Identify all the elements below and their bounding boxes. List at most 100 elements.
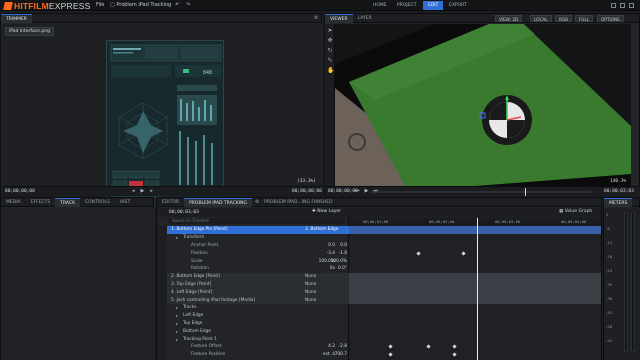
view-mode-dropdown[interactable]: VIEW: 2D bbox=[495, 15, 523, 22]
trimmer-zoom[interactable]: (33.3%) bbox=[297, 179, 316, 184]
channel-dropdown[interactable]: RGB bbox=[555, 15, 573, 22]
value-field-y[interactable]: -1.8 bbox=[339, 251, 347, 256]
property-row[interactable]: Feature Offset 4.2 -2.8 bbox=[157, 343, 349, 351]
pen-tool-icon[interactable]: ✎ bbox=[327, 58, 333, 64]
maximize-icon[interactable] bbox=[620, 3, 625, 8]
track-lane[interactable] bbox=[349, 257, 601, 265]
parent-dropdown[interactable]: 3. Bottom Edge bbox=[305, 227, 338, 232]
tab-home[interactable]: HOME bbox=[368, 1, 392, 10]
tab-export[interactable]: EXPORT bbox=[444, 1, 472, 10]
close-window-icon[interactable] bbox=[629, 3, 634, 8]
tab-history[interactable]: HIST bbox=[115, 198, 135, 207]
track-lane[interactable] bbox=[349, 351, 601, 359]
property-row[interactable]: Feature Position est. 4 700.7 bbox=[157, 351, 349, 359]
value-field-y[interactable]: 700.7 bbox=[335, 352, 347, 357]
track-lane[interactable] bbox=[349, 320, 601, 328]
track-lane[interactable] bbox=[349, 288, 601, 297]
property-row[interactable]: Position -3.4 -1.8 bbox=[157, 249, 349, 257]
track-lane[interactable] bbox=[349, 335, 601, 343]
layer-row[interactable]: ▸ Tracking Point 1 bbox=[157, 335, 349, 343]
layer-row[interactable]: ▸4. Left Edge [Point]None bbox=[157, 288, 349, 297]
step-forward-icon[interactable]: ▸ bbox=[150, 188, 153, 194]
minimize-icon[interactable] bbox=[611, 3, 616, 8]
timeline-tracks[interactable]: ▦ Value Graph 00;00;01;00 00;00;02;00 00;0… bbox=[349, 208, 601, 360]
value-field-y[interactable]: 100.0% bbox=[331, 259, 347, 264]
quality-dropdown[interactable]: FULL bbox=[575, 15, 594, 22]
value-graph-toggle[interactable]: ▦ Value Graph bbox=[559, 209, 592, 214]
parent-dropdown[interactable]: None bbox=[305, 298, 316, 303]
redo-icon[interactable]: ↷ bbox=[186, 2, 190, 8]
value-field-x[interactable]: -3.4 bbox=[327, 251, 335, 256]
viewer-zoom[interactable]: 140.3% bbox=[610, 179, 626, 184]
property-row[interactable]: Rotation 0x 0.0° bbox=[157, 265, 349, 273]
expand-arrow-icon[interactable]: ▸ bbox=[176, 337, 178, 342]
track-lane[interactable] bbox=[349, 280, 601, 289]
value-field-y[interactable]: -2.8 bbox=[339, 344, 347, 349]
expand-arrow-icon[interactable]: ▸ bbox=[176, 313, 178, 318]
value-field-y[interactable]: 0.0 bbox=[340, 243, 347, 248]
expand-arrow-icon[interactable]: ▸ bbox=[176, 321, 178, 326]
expand-arrow-icon[interactable]: ▸ bbox=[176, 235, 178, 240]
timeline-playhead[interactable] bbox=[477, 218, 478, 360]
tab-layer[interactable]: LAYER bbox=[353, 14, 377, 23]
parent-dropdown[interactable]: None bbox=[305, 282, 316, 287]
play-icon[interactable]: ▶ bbox=[141, 188, 145, 194]
layer-row[interactable]: ▸5. Josh controlling iPad footage [Media… bbox=[157, 296, 349, 304]
track-lane[interactable] bbox=[349, 265, 601, 273]
track-lane[interactable] bbox=[349, 249, 601, 257]
tab-viewer[interactable]: VIEWER bbox=[325, 13, 353, 23]
value-field-y[interactable]: 0.0° bbox=[338, 266, 347, 271]
track-lane[interactable] bbox=[349, 304, 601, 312]
value-field-x[interactable]: 4.2 bbox=[328, 344, 335, 349]
tab-media[interactable]: MEDIA bbox=[1, 198, 26, 207]
track-lane[interactable] bbox=[349, 226, 601, 234]
rotate-tool-icon[interactable]: ↻ bbox=[327, 48, 333, 54]
timeline-ruler[interactable]: 00;00;01;00 00;00;02;00 00;00;03;00 00;00;0… bbox=[349, 218, 601, 226]
select-tool-icon[interactable]: ➤ bbox=[327, 28, 333, 34]
space-dropdown[interactable]: LOCAL bbox=[530, 15, 552, 22]
parent-dropdown[interactable]: None bbox=[305, 290, 316, 295]
layer-row[interactable]: ▸ Transform bbox=[157, 234, 349, 242]
property-row[interactable]: Anchor Point 0.0 0.0 bbox=[157, 242, 349, 250]
layer-row[interactable]: ▸ Top Edge bbox=[157, 320, 349, 328]
move-tool-icon[interactable]: ✥ bbox=[327, 38, 333, 44]
property-row[interactable]: Scale 100.0% 100.0% bbox=[157, 257, 349, 265]
tab-problem-ipad-tracking[interactable]: PROBLEM IPAD TRACKING bbox=[184, 197, 252, 207]
track-lane[interactable] bbox=[349, 296, 601, 304]
expand-arrow-icon[interactable]: ▸ bbox=[176, 329, 178, 334]
tab-edit[interactable]: EDIT bbox=[423, 1, 444, 10]
layer-row[interactable]: ▸1. Bottom Edge Pin [Point]3. Bottom Edg… bbox=[157, 226, 349, 234]
viewer-play-icon[interactable]: ▶ bbox=[365, 188, 369, 194]
value-field-x[interactable]: 0.0 bbox=[328, 243, 335, 248]
timeline-timecode[interactable]: 00;00;03;03 bbox=[169, 210, 199, 215]
tab-problem-ipad-finished[interactable]: PROBLEM IPAD...ING FINISHED bbox=[259, 198, 338, 207]
layer-row[interactable]: ▸3. Top Edge [Point]None bbox=[157, 280, 349, 289]
layer-row[interactable]: ▸2. Bottom Edge [Point]None bbox=[157, 272, 349, 281]
next-frame-icon[interactable]: ⏭ bbox=[373, 188, 378, 194]
timeline-search-input[interactable]: Search in Timeline bbox=[169, 218, 345, 224]
tab-track[interactable]: TRACK bbox=[55, 197, 81, 207]
hand-tool-icon[interactable]: ✋ bbox=[327, 68, 334, 74]
viewer-canvas[interactable] bbox=[335, 24, 631, 186]
tab-effects[interactable]: EFFECTS bbox=[26, 198, 56, 207]
file-menu[interactable]: File bbox=[96, 2, 104, 8]
track-lane[interactable] bbox=[349, 272, 601, 281]
options-dropdown[interactable]: OPTIONS bbox=[597, 15, 624, 22]
new-layer-button[interactable]: ✚ New Layer bbox=[312, 209, 341, 214]
track-lane[interactable] bbox=[349, 343, 601, 351]
undo-icon[interactable]: ↶ bbox=[175, 2, 179, 8]
value-field-x[interactable]: est. 4 bbox=[323, 352, 335, 357]
viewer-playhead[interactable] bbox=[525, 188, 526, 196]
viewer-scrubber[interactable] bbox=[371, 191, 591, 193]
prev-frame-icon[interactable]: ⏮ bbox=[355, 188, 360, 194]
track-lane[interactable] bbox=[349, 234, 601, 242]
trimmer-file-name[interactable]: iPad Interface.png bbox=[5, 27, 54, 36]
layer-row[interactable]: ▸ Tracks bbox=[157, 304, 349, 312]
step-back-icon[interactable]: ◂ bbox=[132, 188, 135, 194]
tab-project[interactable]: PROJECT bbox=[392, 1, 421, 10]
trimmer-close-icon[interactable]: ⊗ bbox=[314, 15, 318, 21]
expand-arrow-icon[interactable]: ▸ bbox=[176, 305, 178, 310]
layer-row[interactable]: ▸ Left Edge bbox=[157, 312, 349, 320]
track-lane[interactable] bbox=[349, 242, 601, 250]
trimmer-viewport[interactable]: iPad Interface.png 848 bbox=[2, 24, 322, 207]
